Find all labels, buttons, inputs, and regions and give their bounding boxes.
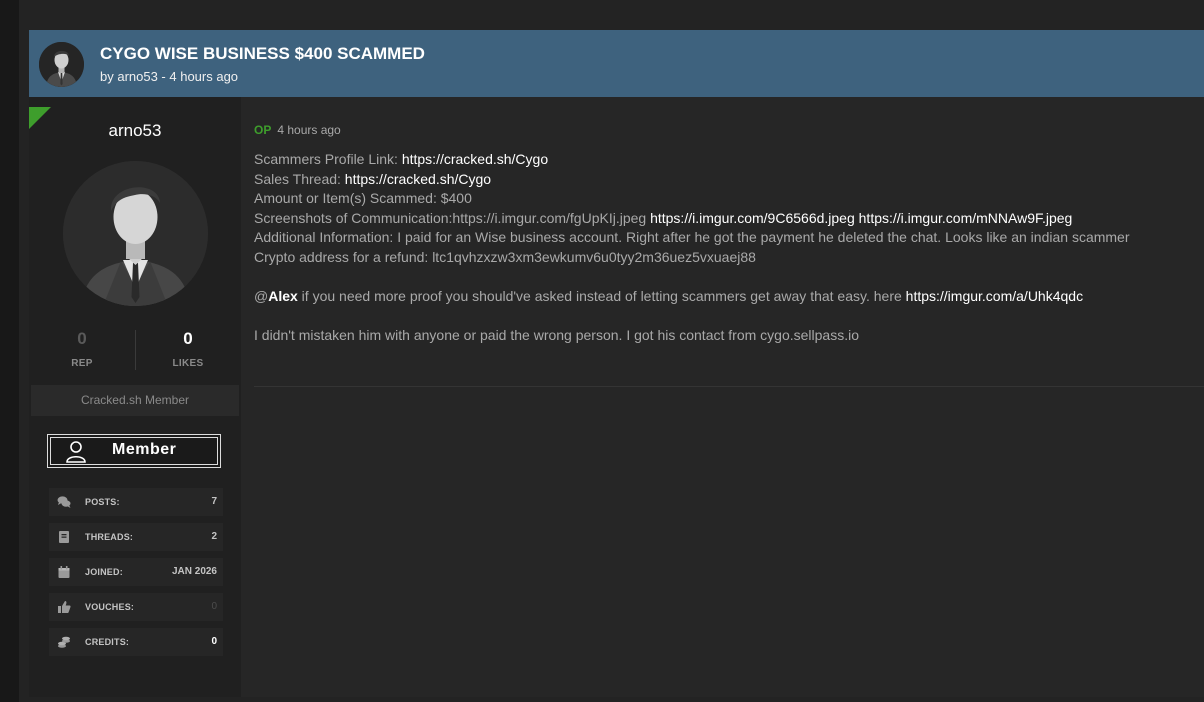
- thumbs-up-icon: [58, 601, 71, 613]
- closing-line: I didn't mistaken him with anyone or pai…: [254, 327, 859, 344]
- rep-stat[interactable]: 0 REP: [29, 329, 135, 369]
- info-value: 2: [211, 531, 217, 542]
- profile-link[interactable]: https://cracked.sh/Cygo: [402, 151, 548, 167]
- rep-value: 0: [77, 329, 87, 348]
- mention-alex[interactable]: Alex: [268, 288, 298, 304]
- post-separator: [254, 386, 1204, 387]
- likes-stat[interactable]: 0 LIKES: [135, 329, 241, 369]
- sales-thread-line: Sales Thread: https://cracked.sh/Cygo: [254, 170, 1130, 190]
- thread-author-avatar[interactable]: [39, 42, 84, 87]
- author-avatar[interactable]: [63, 161, 208, 306]
- op-badge: OP: [254, 123, 272, 137]
- thread-meta: by arno53 - 4 hours ago: [100, 69, 239, 84]
- info-value: 7: [211, 496, 217, 507]
- calendar-icon: [58, 566, 70, 578]
- additional-info-line: Additional Information: I paid for an Wi…: [254, 229, 1130, 246]
- page: CYGO WISE BUSINESS $400 SCAMMED by arno5…: [19, 0, 1204, 702]
- page-left-edge: [0, 0, 19, 702]
- screenshots-line: Screenshots of Communication:https://i.i…: [254, 209, 1130, 229]
- member-badge: Member: [47, 434, 221, 468]
- info-row-posts: POSTS: 7: [49, 488, 223, 516]
- info-value: 0: [211, 601, 217, 612]
- thread-title: CYGO WISE BUSINESS $400 SCAMMED: [100, 44, 425, 63]
- comments-icon: [57, 496, 71, 508]
- author-username[interactable]: arno53: [29, 121, 241, 141]
- book-icon: [59, 531, 69, 543]
- info-value: 0: [211, 636, 217, 647]
- sales-thread-link[interactable]: https://cracked.sh/Cygo: [345, 171, 491, 187]
- post-body: Scammers Profile Link: https://cracked.s…: [254, 150, 1130, 346]
- coins-icon: [58, 636, 70, 648]
- author-sidebar: arno53 0 REP 0 LIKES Cracked.sh Member M…: [29, 97, 241, 697]
- info-key: POSTS:: [85, 497, 120, 507]
- user-icon: [66, 441, 86, 463]
- info-value: JAN 2026: [171, 566, 217, 577]
- stats-divider: [135, 330, 136, 370]
- rep-label: REP: [71, 358, 93, 369]
- profile-link-line: Scammers Profile Link: https://cracked.s…: [254, 150, 1130, 170]
- info-key: THREADS:: [85, 532, 134, 542]
- sales-thread-label: Sales Thread:: [254, 170, 345, 187]
- mention-at: @: [254, 288, 269, 305]
- info-key: CREDITS:: [85, 637, 130, 647]
- info-key: VOUCHES:: [85, 602, 135, 612]
- post: arno53 0 REP 0 LIKES Cracked.sh Member M…: [29, 97, 1204, 697]
- info-row-joined: JOINED: JAN 2026: [49, 558, 223, 586]
- info-row-credits: CREDITS: 0: [49, 628, 223, 656]
- post-header: OP 4 hours ago: [254, 123, 341, 137]
- likes-value: 0: [183, 329, 193, 348]
- profile-link-label: Scammers Profile Link:: [254, 151, 402, 167]
- amount-line: Amount or Item(s) Scammed: $400: [254, 190, 472, 207]
- info-row-vouches: VOUCHES: 0: [49, 593, 223, 621]
- screenshot-link-2[interactable]: https://i.imgur.com/mNNAw9F.jpeg: [859, 210, 1073, 226]
- likes-label: LIKES: [172, 358, 204, 369]
- member-badge-label: Member: [112, 441, 177, 458]
- mention-text: if you need more proof you should've ask…: [297, 288, 906, 305]
- imgur-album-link[interactable]: https://imgur.com/a/Uhk4qdc: [906, 288, 1083, 304]
- screenshot-link-1[interactable]: https://i.imgur.com/9C6566d.jpeg: [650, 210, 855, 226]
- info-row-threads: THREADS: 2: [49, 523, 223, 551]
- thread-header: CYGO WISE BUSINESS $400 SCAMMED by arno5…: [29, 30, 1204, 97]
- crypto-address-line: Crypto address for a refund: ltc1qvhzxzw…: [254, 248, 756, 265]
- screenshots-label: Screenshots of Communication:https://i.i…: [254, 209, 651, 226]
- mention-line: @Alex if you need more proof you should'…: [254, 287, 1130, 307]
- author-usertitle: Cracked.sh Member: [31, 385, 239, 416]
- post-time[interactable]: 4 hours ago: [277, 123, 340, 137]
- info-key: JOINED:: [85, 567, 123, 577]
